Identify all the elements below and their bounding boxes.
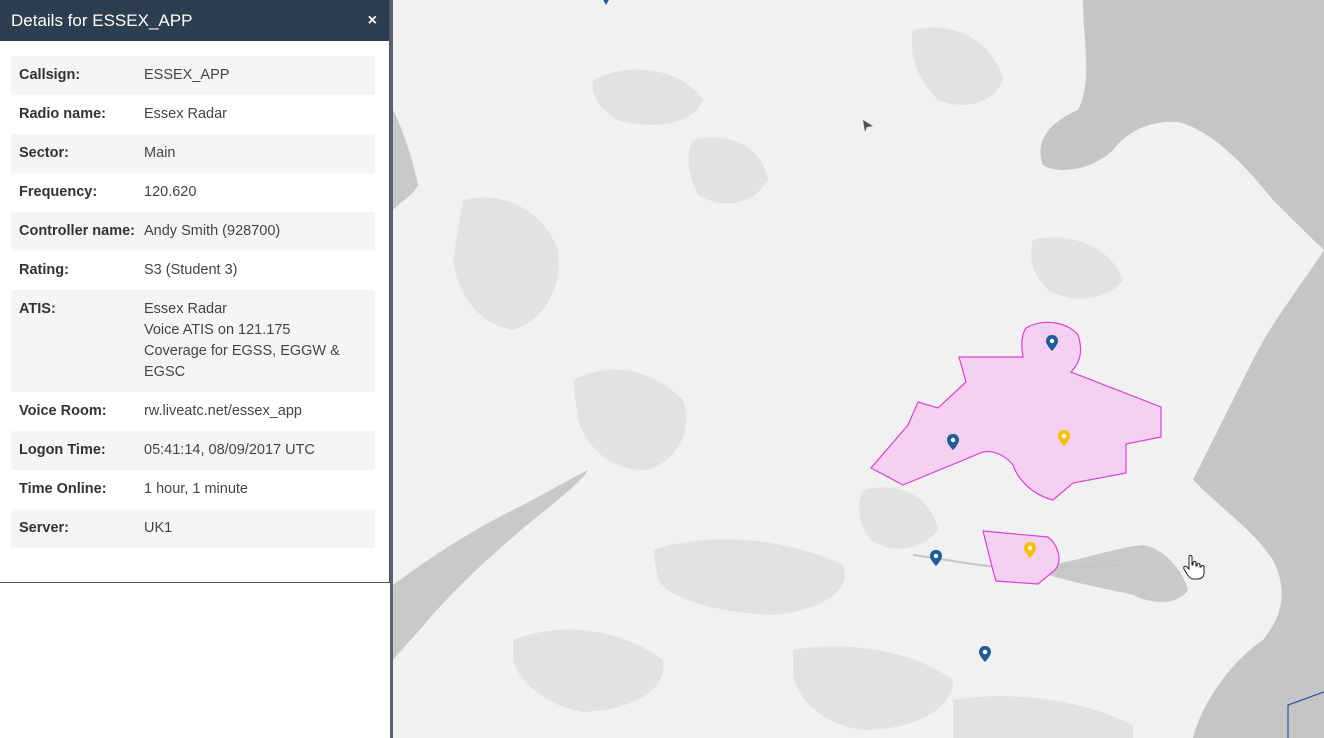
detail-row-frequency: Frequency: 120.620 [11,173,375,212]
detail-row-radio-name: Radio name: Essex Radar [11,95,375,134]
detail-value: ESSEX_APP [144,67,230,83]
detail-value: UK1 [144,520,173,536]
detail-label: Time Online: [19,481,107,497]
hand-cursor-icon [1183,555,1205,580]
detail-value: Essex Radar Voice ATIS on 121.175 Covera… [144,299,367,383]
detail-label: Controller name: [19,223,136,239]
detail-row-controller-name: Controller name: Andy Smith (928700) [11,212,375,251]
thames-estuary [1048,545,1188,602]
aircraft-icon[interactable] [863,120,873,132]
north-sea [1040,0,1324,250]
detail-label: Sector: [19,145,69,161]
panel-header: Details for ESSEX_APP × [0,0,389,41]
airport-pin-blue[interactable] [930,550,942,566]
details-panel: Details for ESSEX_APP × Callsign: ESSEX_… [0,0,390,583]
detail-label: Rating: [19,262,69,278]
panel-divider[interactable] [390,0,393,738]
atis-line: EGSC [144,364,186,380]
atis-line: Voice ATIS on 121.175 [144,322,291,338]
detail-row-atis: ATIS: Essex Radar Voice ATIS on 121.175 … [11,290,375,392]
detail-row-sector: Sector: Main [11,134,375,173]
detail-value: Essex Radar [144,106,228,122]
detail-label: Frequency: [19,184,98,200]
close-icon[interactable]: × [368,12,377,29]
detail-label: Callsign: [19,67,81,83]
airport-pin-blue-partial[interactable] [602,0,610,5]
detail-label: Radio name: [19,106,107,122]
detail-label: Server: [19,520,69,536]
map-view[interactable] [393,0,1324,738]
panel-title: Details for ESSEX_APP [11,10,193,30]
north-sea-east [1193,250,1324,738]
west-coast [393,0,418,210]
detail-value: rw.liveatc.net/essex_app [144,403,302,419]
detail-value: Andy Smith (928700) [144,223,281,239]
detail-row-callsign: Callsign: ESSEX_APP [11,56,375,95]
detail-value: Main [144,145,176,161]
detail-label: Voice Room: [19,403,107,419]
detail-label: Logon Time: [19,442,106,458]
essex-sector[interactable] [870,321,1162,501]
atis-line: Coverage for EGSS, EGGW & [144,343,340,359]
details-table: Callsign: ESSEX_APP Radio name: Essex Ra… [11,56,375,548]
detail-row-time-online: Time Online: 1 hour, 1 minute [11,470,375,509]
detail-value: 05:41:14, 08/09/2017 UTC [144,442,315,458]
detail-value: 1 hour, 1 minute [144,481,248,497]
atis-line: Essex Radar [144,301,228,317]
detail-value: 120.620 [144,184,197,200]
map-canvas[interactable] [393,0,1324,738]
detail-value: S3 (Student 3) [144,262,238,278]
detail-row-logon-time: Logon Time: 05:41:14, 08/09/2017 UTC [11,431,375,470]
airport-pin-blue[interactable] [979,646,991,662]
london-sector[interactable] [982,530,1060,585]
detail-row-voice-room: Voice Room: rw.liveatc.net/essex_app [11,392,375,431]
detail-row-server: Server: UK1 [11,509,375,548]
detail-label: ATIS: [19,301,56,317]
detail-row-rating: Rating: S3 (Student 3) [11,251,375,290]
